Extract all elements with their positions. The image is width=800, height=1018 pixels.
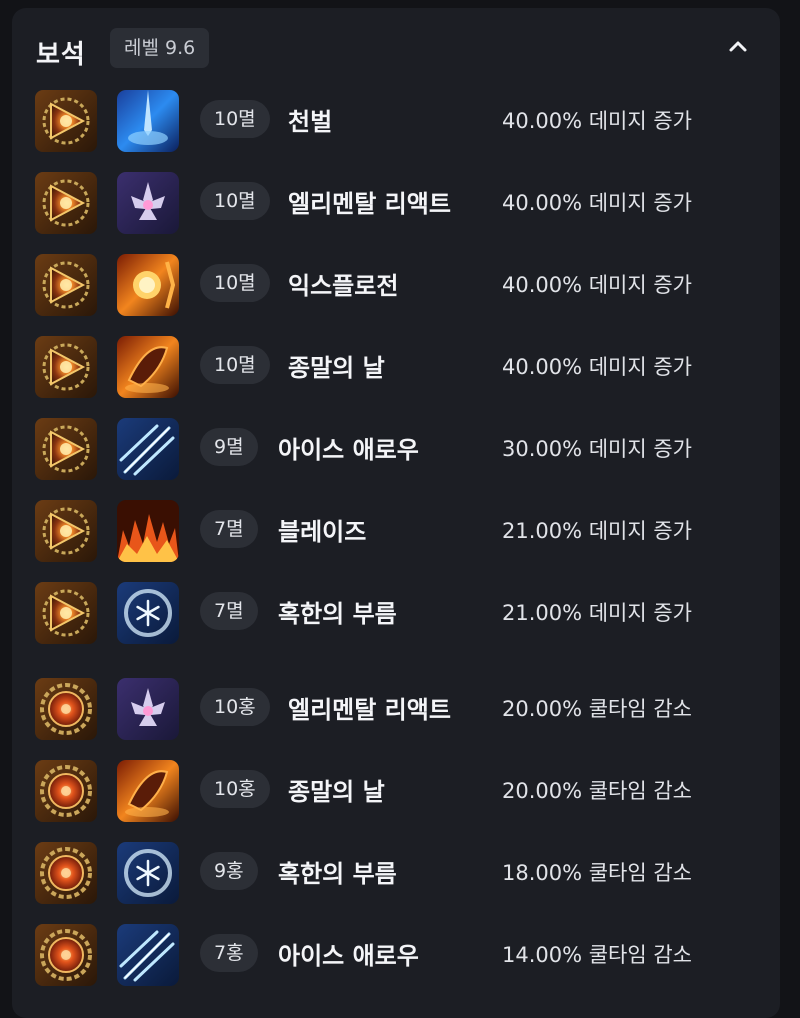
crimson-flame-gem-icon xyxy=(35,924,97,986)
gem-level-tag: 10멸 xyxy=(200,182,270,220)
gem-row[interactable]: 7멸 혹한의 부름 21.00% 데미지 증가 xyxy=(12,576,772,650)
frost-call-skill-icon xyxy=(117,582,179,644)
skill-name: 엘리멘탈 리액트 xyxy=(288,190,451,218)
gem-level-tag: 10멸 xyxy=(200,346,270,384)
gem-effect: 40.00% 데미지 증가 xyxy=(501,355,692,379)
gem-row[interactable]: 7홍 아이스 애로우 14.00% 쿨타임 감소 xyxy=(12,918,772,992)
gem-level-tag: 10멸 xyxy=(200,100,270,138)
crimson-flame-gem-icon xyxy=(35,678,97,740)
annihilation-gem-icon xyxy=(35,336,97,398)
gem-row[interactable]: 10홍 엘리멘탈 리액트 20.00% 쿨타임 감소 xyxy=(12,672,772,746)
gem-effect: 18.00% 쿨타임 감소 xyxy=(501,861,692,885)
judgment-skill-icon xyxy=(117,90,179,152)
gem-level-tag: 10홍 xyxy=(200,688,270,726)
gem-effect: 20.00% 쿨타임 감소 xyxy=(501,697,692,721)
skill-name: 종말의 날 xyxy=(288,778,385,806)
skill-name: 혹한의 부름 xyxy=(278,600,397,628)
gem-effect: 40.00% 데미지 증가 xyxy=(501,191,692,215)
skill-name: 아이스 애로우 xyxy=(278,436,419,464)
frost-call-skill-icon xyxy=(117,842,179,904)
skill-name: 블레이즈 xyxy=(278,518,367,546)
explosion-skill-icon xyxy=(117,254,179,316)
annihilation-gem-icon xyxy=(35,418,97,480)
crimson-flame-gem-icon xyxy=(35,760,97,822)
skill-name: 천벌 xyxy=(288,108,333,136)
gem-effect: 40.00% 데미지 증가 xyxy=(501,109,692,133)
skill-name: 엘리멘탈 리액트 xyxy=(288,696,451,724)
ice-arrow-skill-icon xyxy=(117,924,179,986)
gem-row[interactable]: 9홍 혹한의 부름 18.00% 쿨타임 감소 xyxy=(12,836,772,910)
doomsday-skill-icon xyxy=(117,336,179,398)
gem-level-tag: 10멸 xyxy=(200,264,270,302)
gem-level-tag: 7멸 xyxy=(200,510,258,548)
crimson-flame-gem-icon xyxy=(35,842,97,904)
gem-level-tag: 7홍 xyxy=(200,934,258,972)
gem-row[interactable]: 10멸 종말의 날 40.00% 데미지 증가 xyxy=(12,330,772,404)
skill-name: 익스플로전 xyxy=(288,272,399,300)
annihilation-gem-icon xyxy=(35,172,97,234)
gem-row[interactable]: 10멸 천벌 40.00% 데미지 증가 xyxy=(12,84,772,158)
gem-level-tag: 10홍 xyxy=(200,770,270,808)
gem-row[interactable]: 10멸 익스플로전 40.00% 데미지 증가 xyxy=(12,248,772,322)
gem-row[interactable]: 7멸 블레이즈 21.00% 데미지 증가 xyxy=(12,494,772,568)
gem-effect: 21.00% 데미지 증가 xyxy=(501,519,692,543)
skill-name: 아이스 애로우 xyxy=(278,942,419,970)
elemental-reactor-skill-icon xyxy=(117,172,179,234)
collapse-button[interactable] xyxy=(723,32,753,62)
gem-row[interactable]: 9멸 아이스 애로우 30.00% 데미지 증가 xyxy=(12,412,772,486)
gem-level-tag: 9홍 xyxy=(200,852,258,890)
gem-effect: 30.00% 데미지 증가 xyxy=(501,437,692,461)
gem-row[interactable]: 10멸 엘리멘탈 리액트 40.00% 데미지 증가 xyxy=(12,166,772,240)
blaze-skill-icon xyxy=(117,500,179,562)
gem-effect: 14.00% 쿨타임 감소 xyxy=(501,943,692,967)
doomsday-skill-icon xyxy=(117,760,179,822)
gem-level-tag: 7멸 xyxy=(200,592,258,630)
elemental-reactor-skill-icon xyxy=(117,678,179,740)
level-badge: 레벨 9.6 xyxy=(110,28,210,68)
chevron-up-icon xyxy=(729,41,747,52)
skill-name: 혹한의 부름 xyxy=(278,860,397,888)
gems-header: 보석 레벨 9.6 xyxy=(12,8,780,86)
gem-effect: 40.00% 데미지 증가 xyxy=(501,273,692,297)
skill-name: 종말의 날 xyxy=(288,354,385,382)
annihilation-gem-icon xyxy=(35,500,97,562)
annihilation-gem-icon xyxy=(35,90,97,152)
gem-effect: 21.00% 데미지 증가 xyxy=(501,601,692,625)
gem-level-tag: 9멸 xyxy=(200,428,258,466)
gem-effect: 20.00% 쿨타임 감소 xyxy=(501,779,692,803)
gems-panel: 보석 레벨 9.6 10멸 천벌 40.00% 데미지 증가 10멸 엘리멘탈 리액트 4… xyxy=(12,8,780,1018)
annihilation-gem-icon xyxy=(35,254,97,316)
section-title: 보석 xyxy=(36,40,86,70)
gem-row[interactable]: 10홍 종말의 날 20.00% 쿨타임 감소 xyxy=(12,754,772,828)
ice-arrow-skill-icon xyxy=(117,418,179,480)
annihilation-gem-icon xyxy=(35,582,97,644)
